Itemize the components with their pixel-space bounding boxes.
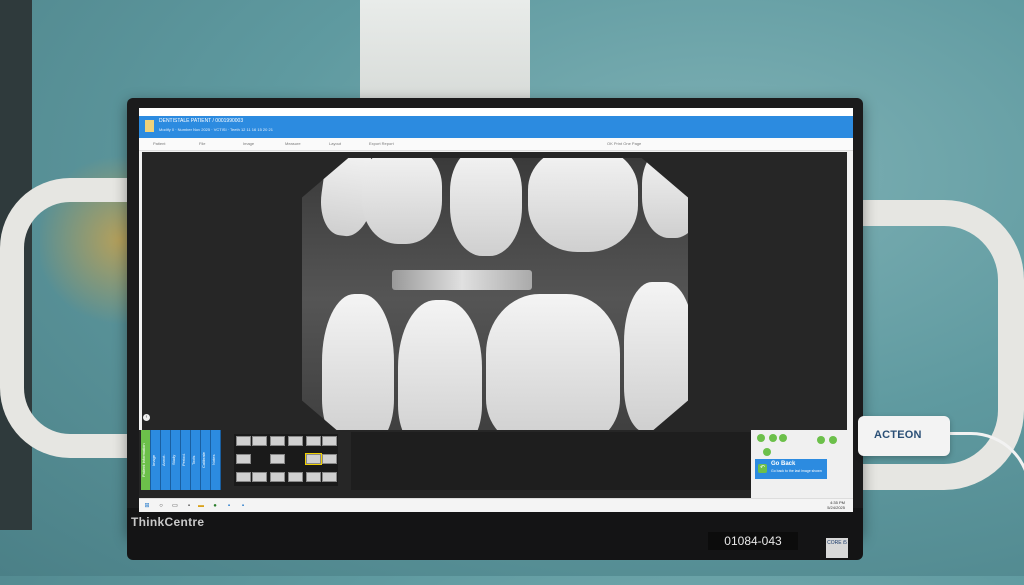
thumbnail[interactable]: [236, 436, 251, 446]
acteon-sensor-dongle: ACTEON: [858, 416, 950, 456]
nav-left-icon[interactable]: [757, 434, 765, 442]
image-strip: [351, 432, 751, 490]
nav-next-icon[interactable]: [829, 436, 837, 444]
thumbnail[interactable]: [322, 436, 337, 446]
patient-details: Modify 0 · Number Nov 2025 · VCTISI · Te…: [159, 127, 273, 132]
tab-patient-info[interactable]: Patient Information: [141, 430, 151, 490]
windows-start-icon[interactable]: ⊞: [143, 502, 151, 510]
back-arrow-icon: ↶: [758, 464, 767, 473]
bitewing-xray-image: [302, 158, 688, 440]
thumbnail[interactable]: [306, 436, 321, 446]
go-back-subtitle: Go back to the last image shown: [771, 469, 822, 473]
lamp-arm: [360, 0, 530, 110]
prev-arrow-icon[interactable]: ‹: [143, 414, 150, 421]
monitor-brand: ThinkCentre: [131, 515, 205, 529]
app-icon: [145, 120, 154, 132]
thumbnail[interactable]: [252, 436, 267, 446]
tooth: [322, 294, 394, 440]
tab-tools[interactable]: Tools: [191, 430, 201, 490]
bottom-panel: Patient Information Image Annot. Study P…: [139, 430, 853, 498]
bite-tab: [392, 270, 532, 290]
toolbar-patient[interactable]: Patient: [153, 141, 165, 146]
tab-calibrate[interactable]: Calibrate: [201, 430, 211, 490]
tab-period[interactable]: Period.: [181, 430, 191, 490]
system-clock: 4:35 PM 5/24/2025: [827, 500, 845, 510]
cpu-badge: CORE i5: [826, 538, 848, 558]
nav-prev-icon[interactable]: [817, 436, 825, 444]
thumbnail[interactable]: [288, 472, 303, 482]
thumbnail[interactable]: [236, 454, 251, 464]
go-back-button[interactable]: ↶ Go Back Go back to the last image show…: [755, 459, 827, 479]
nav-right-icon[interactable]: [779, 434, 787, 442]
file-explorer-icon[interactable]: ▬: [197, 502, 205, 510]
thumbnail[interactable]: [270, 454, 285, 464]
thumbnail[interactable]: [270, 472, 285, 482]
asset-tag: 01084-043: [708, 532, 798, 550]
thumbnail-selected[interactable]: [305, 453, 322, 465]
toolbar-image[interactable]: Image: [243, 141, 254, 146]
tooth: [486, 294, 620, 440]
screen: DENTISTALE PATIENT / 0001990003 Modify 0…: [139, 108, 853, 512]
nav-up-icon[interactable]: [769, 434, 777, 442]
thumbnail[interactable]: [288, 436, 303, 446]
tooth: [642, 158, 688, 238]
xray-viewer[interactable]: ‹ ›: [142, 152, 847, 443]
thumbnail[interactable]: [252, 472, 267, 482]
app-icon-3[interactable]: ▪: [239, 502, 247, 510]
tab-annotate[interactable]: Annot.: [161, 430, 171, 490]
tooth: [528, 158, 638, 252]
tooth: [362, 158, 442, 244]
toolbar-file[interactable]: File: [199, 141, 205, 146]
app-icon-2[interactable]: ▪: [225, 502, 233, 510]
navigation-panel: ↶ Go Back Go back to the last image show…: [751, 430, 853, 498]
clock-date: 5/24/2025: [827, 505, 845, 510]
window-titlebar: [139, 108, 853, 116]
patient-header: DENTISTALE PATIENT / 0001990003 Modify 0…: [139, 116, 853, 138]
thumbnail[interactable]: [270, 436, 285, 446]
app-icon-1[interactable]: ▪: [185, 502, 193, 510]
tooth: [624, 282, 688, 432]
toolbar-export[interactable]: Export Report: [369, 141, 394, 146]
browser-icon[interactable]: ●: [211, 502, 219, 510]
toolbar-layout[interactable]: Layout: [329, 141, 341, 146]
patient-name: DENTISTALE PATIENT / 0001990003: [159, 118, 244, 124]
tooth: [450, 158, 522, 256]
thumbnail[interactable]: [236, 472, 251, 482]
nav-down-icon[interactable]: [763, 448, 771, 456]
go-back-title: Go Back: [771, 461, 796, 467]
thumbnail[interactable]: [306, 472, 321, 482]
task-view-icon[interactable]: ▭: [171, 502, 179, 510]
toolbar-measure[interactable]: Measure: [285, 141, 301, 146]
toolbar-print[interactable]: OK Print One Page: [607, 141, 641, 146]
toolbar: Patient File Image Measure Layout Export…: [139, 138, 853, 151]
search-icon[interactable]: ○: [157, 502, 165, 510]
tab-image[interactable]: Image: [151, 430, 161, 490]
acteon-logo: ACTEON: [874, 429, 922, 441]
left-handle: [0, 178, 140, 458]
thumbnail[interactable]: [322, 454, 337, 464]
tab-study[interactable]: Study: [171, 430, 181, 490]
thumbnail[interactable]: [322, 472, 337, 482]
tooth-chart-thumbnails: [234, 434, 338, 486]
windows-taskbar: ⊞ ○ ▭ ▪ ▬ ● ▪ ▪ 4:35 PM 5/24/2025: [139, 498, 853, 512]
tab-notes[interactable]: Notes: [211, 430, 221, 490]
tooth: [398, 300, 482, 440]
usb-cable: [948, 432, 1024, 585]
